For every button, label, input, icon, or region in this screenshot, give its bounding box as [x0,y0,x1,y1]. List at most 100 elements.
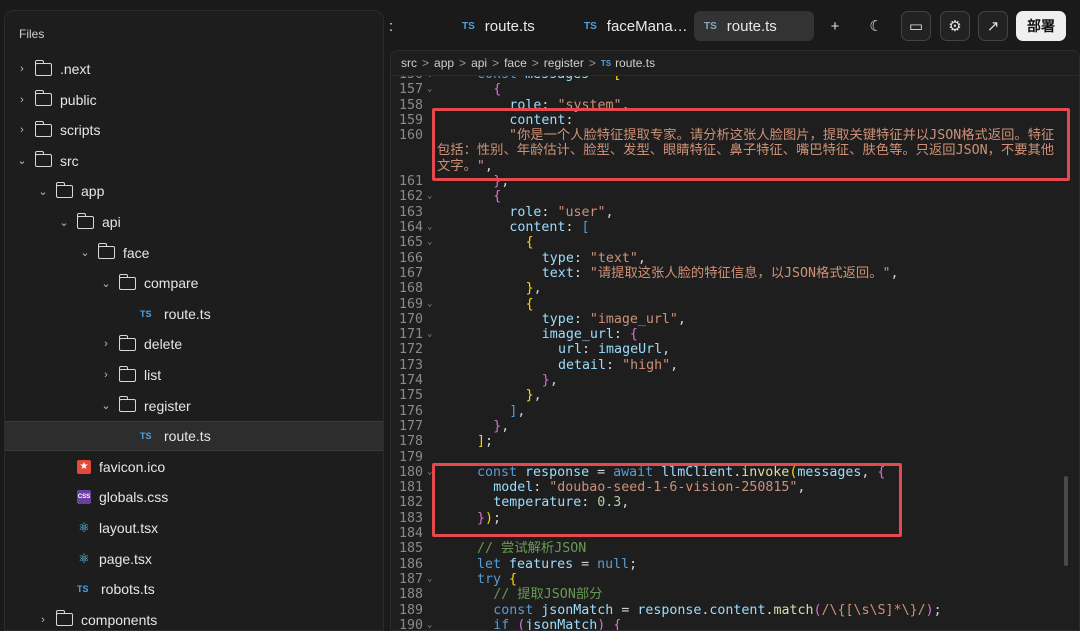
code-line[interactable]: }, [526,388,542,403]
code-line[interactable]: text: "请提取这张人脸的特征信息，以JSON格式返回。", [542,266,899,281]
editor-tab[interactable]: TS route.ts [452,11,562,41]
folder-icon [55,181,73,198]
fold-chevron-icon[interactable]: ⌄ [427,572,437,587]
code-line[interactable]: { [493,82,501,97]
line-number: 184 [398,526,423,541]
fold-chevron-icon[interactable]: ⌄ [427,220,437,235]
fold-chevron-icon[interactable]: ⌄ [427,297,437,312]
code-line[interactable]: { [526,235,534,250]
tree-folder[interactable]: ⌄ register [5,391,383,421]
fold-chevron-icon [427,557,437,572]
tree-folder[interactable]: ⌄ api [5,207,383,237]
chevron-down-icon[interactable]: ⌄ [36,185,50,198]
tree-item-label: app [81,183,105,200]
tree-file[interactable]: ›TSroute.ts [5,421,383,452]
breadcrumb-segment[interactable]: app [434,56,454,70]
chevron-right-icon[interactable]: › [99,369,113,381]
tab-overflow-icon[interactable]: : [384,11,398,41]
chevron-down-icon[interactable]: ⌄ [57,216,71,229]
code-line[interactable]: let features = null; [477,557,637,572]
code-line[interactable]: detail: "high", [558,358,678,373]
code-line[interactable]: { [493,189,501,204]
line-number: 174 [398,373,423,388]
fold-chevron-icon[interactable]: ⌄ [427,235,437,250]
code-line[interactable]: }, [542,373,558,388]
breadcrumb-segment[interactable]: src [401,56,417,70]
fold-chevron-icon[interactable]: ⌄ [427,189,437,204]
code-line[interactable]: ], [509,404,525,419]
line-number: 164 [398,220,423,235]
folder-icon [34,120,52,137]
tree-file[interactable]: ›TSrobots.ts [5,574,383,604]
chevron-down-icon[interactable]: ⌄ [99,277,113,290]
tree-folder[interactable]: › .next [5,54,383,84]
tree-folder[interactable]: › delete [5,329,383,359]
line-number: 183 [398,510,423,526]
code-line[interactable]: url: imageUrl, [558,342,670,357]
deploy-button[interactable]: 部署 [1016,11,1066,41]
code-line[interactable]: { [526,297,534,312]
chevron-right-icon[interactable]: › [15,124,29,136]
code-line[interactable]: ]; [477,434,493,449]
fold-chevron-icon[interactable]: ⌄ [427,82,437,97]
breadcrumb-segment[interactable]: register [544,56,584,70]
folder-icon[interactable]: ▭ [901,11,931,41]
tree-file[interactable]: ›TSroute.ts [5,299,383,329]
tree-folder[interactable]: ⌄ src [5,146,383,176]
code-line[interactable]: type: "image_url", [542,312,686,327]
code-editor[interactable]: src>app>api>face>register>TSroute.ts 156… [390,50,1080,631]
tree-item-label: register [144,397,191,414]
code-line[interactable]: content: [ [509,220,589,235]
chevron-right-icon[interactable]: › [15,63,29,75]
fold-chevron-icon [427,603,437,618]
external-link-icon[interactable]: ↗ [978,11,1008,41]
chevron-down-icon[interactable]: ⌄ [78,246,92,259]
code-line[interactable]: }, [526,281,542,296]
breadcrumb-segment[interactable]: face [504,56,527,70]
tree-folder[interactable]: ⌄ compare [5,268,383,298]
tree-folder[interactable]: ⌄ app [5,176,383,206]
add-tab-icon[interactable]: + [820,11,850,41]
tree-item-label: robots.ts [101,581,155,598]
tree-file[interactable]: ›⚛page.tsx [5,544,383,574]
breadcrumb-separator: > [459,56,467,70]
code-line[interactable]: // 尝试解析JSON [477,541,586,556]
settings-icon[interactable]: ⚙ [940,11,970,41]
code-line[interactable]: try { [477,572,517,587]
chevron-down-icon[interactable]: ⌄ [15,154,29,167]
code-line[interactable]: // 提取JSON部分 [493,587,602,602]
breadcrumb-segment[interactable]: api [471,56,487,70]
line-number: 165 [398,235,423,251]
tree-folder[interactable]: › list [5,360,383,390]
react-file-icon: ⚛ [78,550,90,566]
chevron-right-icon[interactable]: › [99,338,113,350]
tree-item-label: layout.tsx [99,520,159,536]
breadcrumb-segment[interactable]: route.ts [615,56,655,70]
tree-folder[interactable]: › scripts [5,115,383,145]
tree-file[interactable]: ›★favicon.ico [5,452,383,482]
chevron-right-icon[interactable]: › [36,614,50,626]
tree-file[interactable]: ›⚛layout.tsx [5,513,383,543]
tree-folder[interactable]: › public [5,85,383,115]
chevron-down-icon[interactable]: ⌄ [99,399,113,412]
line-number: 185 [398,541,423,557]
editor-scrollbar[interactable] [1064,476,1068,566]
code-line[interactable]: type: "text", [542,251,646,266]
code-line[interactable]: }, [493,419,509,434]
editor-tab[interactable]: TS faceMana… [574,11,688,41]
code-line[interactable]: image_url: { [542,327,638,342]
chevron-right-icon[interactable]: › [15,94,29,106]
line-number: 186 [398,556,423,572]
tree-folder[interactable]: › components [5,605,383,630]
tab-label: faceMana… [606,17,688,35]
tree-item-label: public [60,91,97,108]
code-line[interactable]: const jsonMatch = response.content.match… [493,603,941,618]
theme-toggle-icon[interactable]: ☾ [861,11,891,41]
code-line[interactable]: role: "user", [509,205,613,220]
fold-chevron-icon[interactable]: ⌄ [427,618,437,630]
tree-file[interactable]: ›CSSglobals.css [5,482,383,512]
tree-folder[interactable]: ⌄ face [5,238,383,268]
fold-chevron-icon[interactable]: ⌄ [427,327,437,342]
editor-tab[interactable]: TS route.ts [694,11,814,41]
code-line[interactable]: if (jsonMatch) { [493,618,621,630]
